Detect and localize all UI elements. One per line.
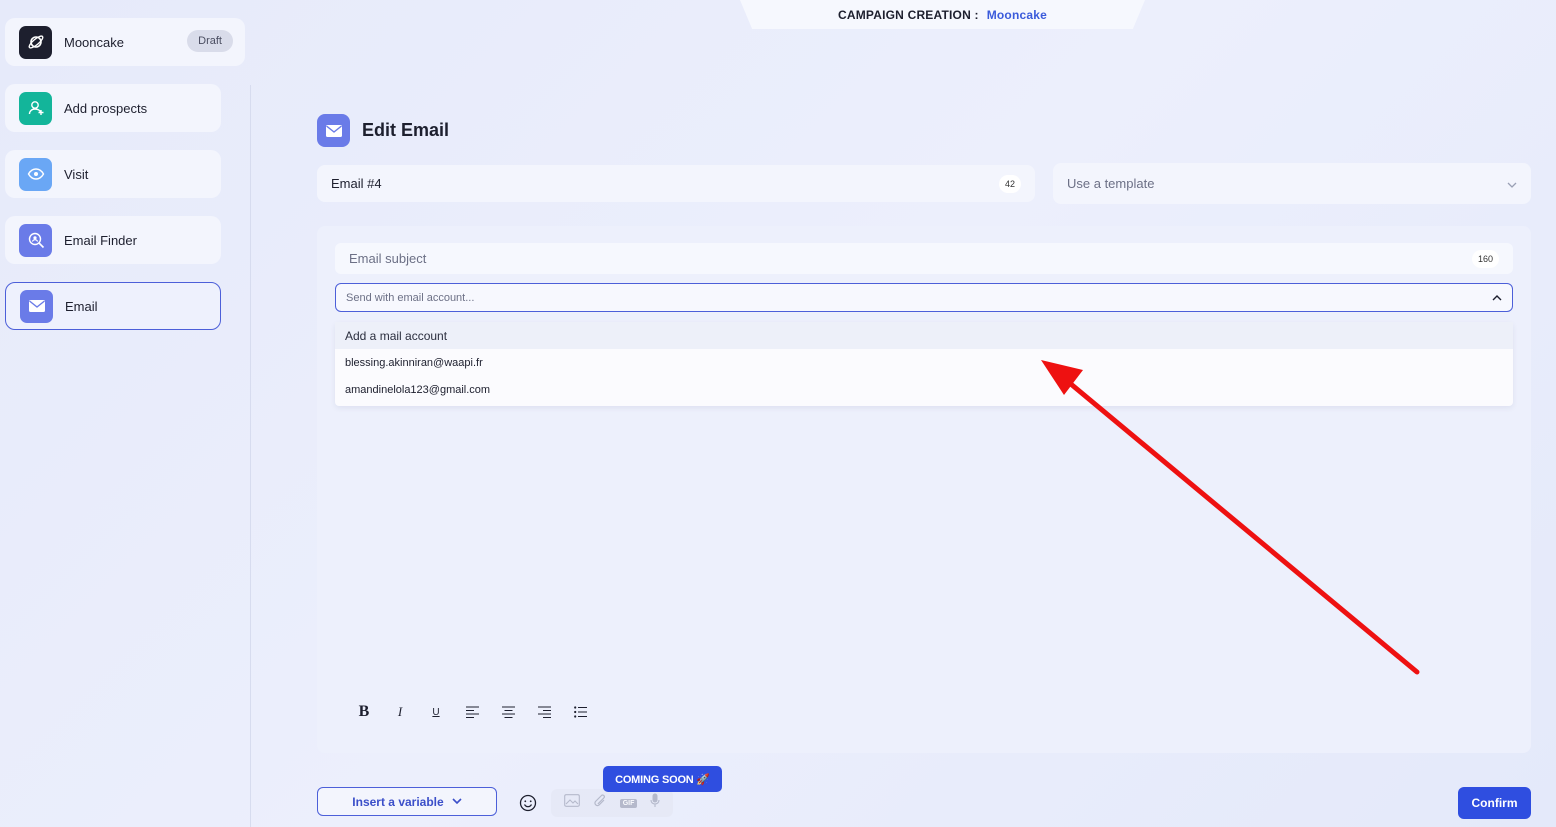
align-center-button[interactable] (496, 700, 520, 724)
italic-button[interactable]: I (388, 700, 412, 724)
image-icon (563, 794, 580, 812)
email-name-counter: 42 (998, 174, 1021, 193)
emoji-button[interactable] (518, 793, 538, 813)
mail-account-option[interactable]: amandinelola123@gmail.com (335, 376, 1513, 403)
gif-icon: GIF (619, 798, 638, 808)
sender-account-select[interactable]: Send with email account... (335, 283, 1513, 312)
header-campaign-name: Mooncake (986, 7, 1047, 22)
align-right-icon (537, 706, 551, 718)
campaign-header: CAMPAIGN CREATION : Mooncake (740, 0, 1145, 29)
page-header: Edit Email (317, 114, 449, 147)
confirm-button[interactable]: Confirm (1458, 787, 1531, 819)
align-center-icon (501, 706, 515, 718)
chevron-up-icon (1492, 292, 1502, 304)
bullet-list-icon (573, 706, 587, 718)
email-name-input[interactable]: Email #4 42 (317, 165, 1035, 202)
bullet-list-button[interactable] (568, 700, 592, 724)
header-label: CAMPAIGN CREATION : (838, 7, 979, 22)
envelope-icon (317, 114, 350, 147)
sidebar-item-label: Email Finder (64, 232, 137, 248)
subject-placeholder: Email subject (349, 251, 427, 266)
sidebar-campaign[interactable]: Mooncake Draft (5, 18, 245, 66)
page-title: Edit Email (362, 120, 450, 140)
paperclip-icon (593, 793, 607, 814)
subject-counter: 160 (1471, 249, 1499, 268)
sidebar-item-visit[interactable]: Visit (5, 150, 221, 198)
align-right-button[interactable] (532, 700, 556, 724)
align-left-button[interactable] (460, 700, 484, 724)
sidebar-item-label: Visit (64, 166, 89, 182)
sender-dropdown: Add a mail account blessing.akinniran@wa… (335, 322, 1513, 406)
microphone-icon (650, 793, 660, 813)
search-user-icon (19, 223, 52, 257)
insert-variable-label: Insert a variable (352, 794, 444, 809)
formatting-toolbar: B I U (352, 700, 604, 724)
sender-placeholder: Send with email account... (346, 291, 475, 304)
sidebar-item-label: Add prospects (64, 100, 148, 116)
coming-soon-badge: COMING SOON 🚀 (603, 766, 722, 792)
sidebar-item-email[interactable]: Email (5, 282, 221, 330)
email-name-value: Email #4 (331, 176, 382, 191)
status-badge: Draft (187, 30, 233, 52)
sidebar-item-label: Email (65, 298, 98, 314)
template-placeholder: Use a template (1067, 176, 1155, 191)
envelope-icon (20, 289, 53, 323)
align-left-icon (465, 706, 479, 718)
subject-input[interactable]: Email subject 160 (335, 243, 1513, 274)
chevron-down-icon (452, 796, 462, 807)
mail-account-option[interactable]: blessing.akinniran@waapi.fr (335, 349, 1513, 376)
sidebar-item-add-prospects[interactable]: Add prospects (5, 84, 221, 132)
eye-icon (19, 157, 52, 191)
chevron-down-icon (1507, 177, 1517, 191)
user-plus-icon (19, 91, 52, 125)
underline-button[interactable]: U (424, 700, 448, 724)
add-mail-account-option[interactable]: Add a mail account (335, 322, 1513, 349)
bold-button[interactable]: B (352, 700, 376, 724)
planet-icon (19, 25, 52, 59)
media-attachments-group: GIF (551, 789, 673, 817)
sidebar-divider (250, 85, 251, 827)
campaign-name: Mooncake (64, 34, 124, 50)
sidebar-item-email-finder[interactable]: Email Finder (5, 216, 221, 264)
template-select[interactable]: Use a template (1053, 163, 1531, 204)
smiley-icon (519, 794, 537, 812)
insert-variable-button[interactable]: Insert a variable (317, 787, 497, 816)
